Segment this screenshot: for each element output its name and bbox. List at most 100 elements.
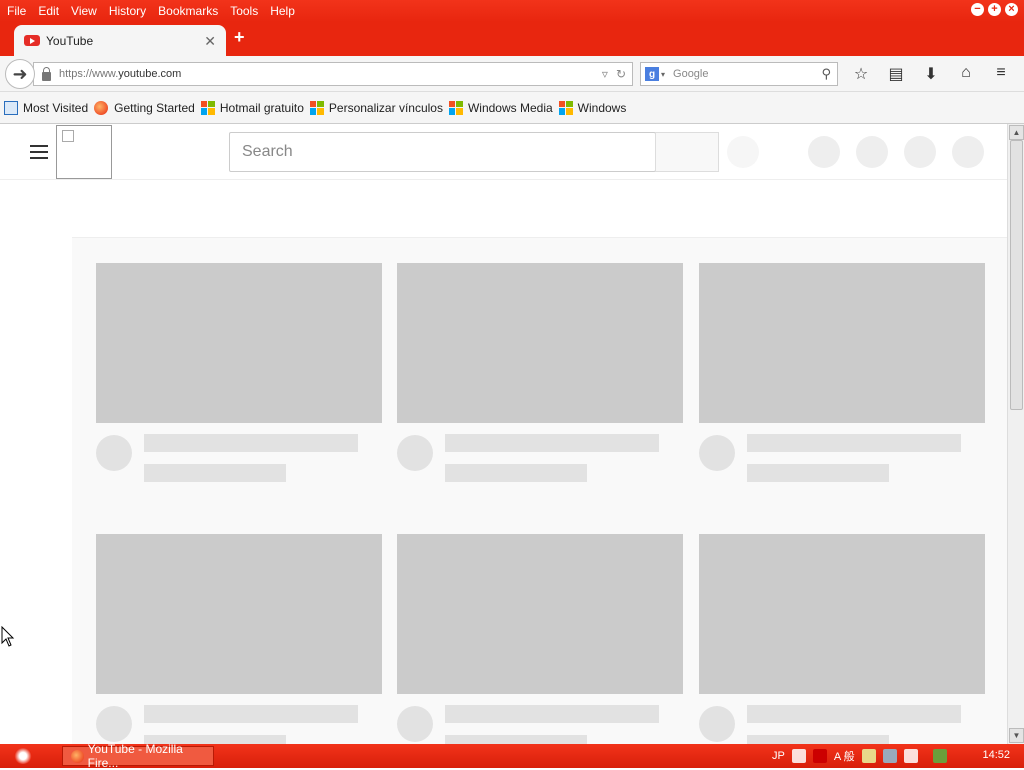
bookmark-most-visited[interactable]: Most Visited (4, 100, 89, 115)
close-window-icon[interactable]: × (1005, 3, 1018, 16)
bookmarks-menu-icon[interactable]: ▤ (885, 64, 907, 84)
lock-icon[interactable] (42, 66, 51, 81)
broken-logo-image[interactable] (56, 125, 112, 179)
placeholder-button[interactable] (856, 136, 888, 168)
system-clock[interactable]: 14:52 (982, 749, 1010, 761)
placeholder-button[interactable] (808, 136, 840, 168)
open-menu-icon[interactable]: ≡ (990, 64, 1012, 84)
engine-dropdown-icon[interactable]: ▾ (661, 70, 665, 79)
bookmark-label: Personalizar vínculos (328, 100, 443, 115)
meta-placeholder (144, 464, 286, 482)
dropdown-history-icon[interactable]: ▿ (602, 67, 608, 81)
bookmark-label: Windows (577, 100, 627, 115)
network-icon[interactable] (932, 749, 947, 763)
menu-bookmarks[interactable]: Bookmarks (158, 4, 218, 18)
google-icon[interactable]: g (645, 67, 659, 81)
youtube-header: Search (0, 124, 1007, 180)
toolbar-buttons: ☆ ▤ ⬇ ⌂ ≡ (850, 64, 1012, 84)
tab-youtube[interactable]: YouTube ✕ (14, 25, 226, 56)
help-icon[interactable] (903, 749, 918, 763)
video-card-skeleton[interactable] (397, 263, 683, 482)
url-prefix: https://www. (59, 68, 119, 80)
video-card-skeleton[interactable] (96, 534, 382, 744)
video-card-skeleton[interactable] (96, 263, 382, 482)
search-icon[interactable]: ⚲ (821, 66, 831, 82)
url-text: https://www.youtube.com (59, 68, 181, 80)
bookmark-personalizar[interactable]: Personalizar vínculos (309, 100, 443, 115)
avatar-placeholder (397, 435, 433, 471)
meta-placeholder (445, 464, 587, 482)
youtube-search-input[interactable]: Search (229, 132, 656, 172)
new-tab-icon[interactable]: + (234, 27, 245, 48)
avatar-placeholder (397, 706, 433, 742)
avatar-placeholder (96, 706, 132, 742)
thumbnail-placeholder (397, 263, 683, 423)
guide-menu-icon[interactable] (30, 145, 48, 159)
url-bar[interactable]: https://www.youtube.com ▿ ↻ (33, 62, 633, 86)
ime-tools-icon[interactable] (861, 749, 876, 763)
menu-history[interactable]: History (109, 4, 146, 18)
ime-pad-icon[interactable] (812, 749, 827, 763)
start-button[interactable] (14, 748, 32, 764)
tab-title: YouTube (46, 33, 94, 48)
ime-mode-indicator[interactable]: A 般 (834, 748, 855, 764)
video-card-skeleton[interactable] (397, 534, 683, 744)
video-card-skeleton[interactable] (699, 263, 985, 482)
thumbnail-placeholder (699, 534, 985, 694)
system-tray: JP A 般 (772, 747, 947, 765)
youtube-favicon-icon (24, 35, 40, 46)
bookmark-windows[interactable]: Windows (558, 100, 627, 115)
search-engine-placeholder: Google (673, 68, 709, 80)
most-visited-icon (4, 100, 18, 115)
bookmark-windows-media[interactable]: Windows Media (448, 100, 553, 115)
minimize-icon[interactable]: − (971, 3, 984, 16)
url-domain: youtube.com (118, 68, 182, 80)
firefox-icon (71, 749, 84, 763)
meta-placeholder (445, 735, 587, 744)
page-viewport: Search (0, 124, 1007, 744)
vertical-scrollbar[interactable]: ▲ ▼ (1007, 124, 1024, 744)
menu-edit[interactable]: Edit (38, 4, 59, 18)
tab-close-icon[interactable]: ✕ (204, 33, 216, 50)
avatar-placeholder (699, 706, 735, 742)
windows-logo-icon (558, 100, 573, 115)
windows-logo-icon (309, 100, 324, 115)
scroll-down-icon[interactable]: ▼ (1009, 728, 1024, 743)
home-icon[interactable]: ⌂ (955, 64, 977, 84)
youtube-search-button[interactable] (655, 132, 719, 172)
downloads-icon[interactable]: ⬇ (920, 64, 942, 84)
ime-dictionary-icon[interactable] (882, 749, 897, 763)
maximize-icon[interactable]: + (988, 3, 1001, 16)
keyboard-icon[interactable] (791, 749, 806, 763)
language-indicator[interactable]: JP (772, 750, 785, 762)
menu-file[interactable]: File (7, 4, 26, 18)
bookmark-getting-started[interactable]: Getting Started (94, 100, 195, 115)
placeholder-button[interactable] (952, 136, 984, 168)
bookmark-star-icon[interactable]: ☆ (850, 64, 872, 84)
title-placeholder (144, 434, 358, 452)
back-arrow-icon: ➜ (12, 63, 28, 84)
video-card-skeleton[interactable] (699, 534, 985, 744)
bookmark-label: Most Visited (23, 100, 89, 115)
menu-help[interactable]: Help (270, 4, 295, 18)
meta-placeholder (747, 464, 889, 482)
video-grid (72, 237, 1007, 744)
taskbar-firefox-window[interactable]: YouTube - Mozilla Fire... (62, 742, 214, 770)
search-engine-box[interactable]: g ▾ Google ⚲ (640, 62, 838, 86)
window-controls: − + × (971, 3, 1018, 16)
bookmarks-toolbar: Most Visited Getting Started Hotmail gra… (0, 92, 1024, 124)
title-placeholder (747, 705, 961, 723)
placeholder-circle (727, 136, 759, 168)
bookmark-hotmail[interactable]: Hotmail gratuito (200, 100, 304, 115)
menu-tools[interactable]: Tools (230, 4, 258, 18)
scroll-up-icon[interactable]: ▲ (1009, 125, 1024, 140)
taskbar: YouTube - Mozilla Fire... JP A 般 14:52 (0, 742, 1024, 770)
placeholder-button[interactable] (904, 136, 936, 168)
thumbnail-placeholder (397, 534, 683, 694)
url-actions: ▿ ↻ (602, 67, 626, 81)
menu-view[interactable]: View (71, 4, 97, 18)
scrollbar-thumb[interactable] (1010, 140, 1023, 410)
back-button[interactable]: ➜ (5, 59, 35, 89)
firefox-icon (94, 100, 109, 115)
reload-icon[interactable]: ↻ (616, 67, 626, 81)
